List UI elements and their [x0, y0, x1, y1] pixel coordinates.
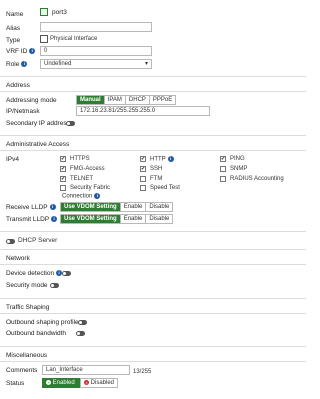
secondary-ip-label: Secondary IP address [6, 120, 70, 127]
status-enabled-button[interactable]: + Enabled [42, 378, 80, 388]
receive-lldp-label: Receive LLDP i [6, 204, 56, 211]
info-icon: i [94, 193, 101, 199]
ftm-label: FTM [150, 176, 163, 182]
http-label: HTTP i [150, 156, 174, 163]
type-label: Type [6, 37, 21, 44]
divider [0, 249, 306, 250]
device-detection-toggle[interactable] [62, 271, 71, 276]
ssh-label: SSH [150, 166, 163, 172]
divider [0, 150, 306, 151]
divider [0, 264, 306, 265]
divider [0, 298, 306, 299]
miscellaneous-title: Miscellaneous [6, 352, 48, 359]
divider [0, 361, 306, 362]
security-mode-toggle[interactable] [50, 283, 59, 288]
mode-manual[interactable]: Manual [77, 96, 105, 104]
status-disabled-button[interactable]: × Disabled [80, 378, 118, 388]
fmg-access-label: FMG-Access [70, 166, 105, 172]
plus-icon: + [46, 379, 51, 385]
transmit-lldp-vdom[interactable]: Use VDOM Setting [61, 215, 121, 223]
vrf-input[interactable]: 0 [40, 46, 152, 56]
http-checkbox[interactable]: ✔ [140, 156, 146, 162]
divider [0, 313, 306, 314]
transmit-lldp-disable[interactable]: Disable [146, 215, 173, 223]
transmit-lldp-enable[interactable]: Enable [120, 215, 147, 223]
addressing-mode-label: Addressing mode [6, 97, 57, 104]
receive-lldp-enable[interactable]: Enable [120, 203, 147, 211]
chevron-down-icon: ▾ [144, 61, 148, 67]
admin-access-title: Administrative Access [6, 141, 70, 148]
role-label: Role i [6, 61, 28, 68]
telnet-checkbox[interactable]: ✔ [60, 176, 66, 182]
mode-dhcp[interactable]: DHCP [125, 96, 150, 104]
receive-lldp-disable[interactable]: Disable [146, 203, 173, 211]
divider [0, 231, 306, 232]
device-detection-label: Device detection i [6, 270, 63, 277]
network-section-title: Network [6, 255, 30, 262]
vrf-label: VRF ID i [6, 48, 36, 55]
divider [0, 91, 306, 92]
divider [0, 346, 306, 347]
secondary-ip-toggle[interactable] [66, 121, 75, 126]
info-icon: i [29, 48, 36, 55]
receive-lldp-vdom[interactable]: Use VDOM Setting [61, 203, 121, 211]
fmg-access-checkbox[interactable]: ✔ [60, 166, 66, 172]
mode-pppoe[interactable]: PPPoE [149, 96, 176, 104]
ping-label: PING [230, 156, 245, 162]
comments-counter: 13/255 [133, 369, 152, 375]
info-icon: i [51, 216, 58, 223]
snmp-checkbox[interactable] [220, 166, 226, 172]
speed-test-label: Speed Test [150, 185, 180, 191]
security-mode-label: Security mode [6, 282, 48, 289]
port-icon [40, 8, 48, 16]
address-section-title: Address [6, 82, 30, 89]
type-value: Physical Interface [50, 36, 98, 42]
ip-netmask-input[interactable]: 172.16.23.81/255.255.255.0 [76, 106, 210, 116]
ssh-checkbox[interactable]: ✔ [140, 166, 146, 172]
name-label: Name [6, 11, 24, 18]
security-fabric-checkbox[interactable] [60, 185, 66, 191]
transmit-lldp-toggle[interactable]: Use VDOM Setting Enable Disable [60, 214, 174, 224]
security-fabric-label: Security Fabric [70, 185, 111, 191]
radius-accounting-label: RADIUS Accounting [230, 176, 284, 182]
speed-test-checkbox[interactable] [140, 185, 146, 191]
role-select[interactable]: Undefined ▾ [40, 59, 152, 69]
info-icon: i [167, 156, 174, 162]
outbound-bandwidth-toggle[interactable] [76, 331, 85, 336]
info-icon: i [21, 61, 28, 68]
name-value: port3 [52, 9, 67, 16]
receive-lldp-toggle[interactable]: Use VDOM Setting Enable Disable [60, 202, 174, 212]
transmit-lldp-label: Transmit LLDP i [6, 216, 58, 223]
alias-label: Alias [6, 25, 21, 32]
divider [0, 135, 306, 136]
outbound-shaping-profile-label: Outbound shaping profile [6, 319, 79, 326]
https-checkbox[interactable]: ✔ [60, 156, 66, 162]
comments-label: Comments [6, 367, 38, 374]
info-icon: i [49, 204, 56, 211]
https-label: HTTPS [70, 156, 90, 162]
interface-type-icon [40, 35, 48, 43]
ipv4-label: IPv4 [6, 156, 20, 163]
mode-ipam[interactable]: IPAM [104, 96, 126, 104]
snmp-label: SNMP [230, 166, 248, 172]
dhcp-server-label: DHCP Server [18, 237, 58, 244]
status-label: Status [6, 380, 25, 387]
dhcp-server-toggle[interactable] [6, 239, 15, 244]
close-icon: × [84, 379, 89, 385]
addressing-mode-toggle[interactable]: Manual IPAM DHCP PPPoE [76, 95, 177, 105]
divider [0, 76, 306, 77]
outbound-shaping-profile-toggle[interactable] [78, 320, 87, 325]
ping-checkbox[interactable]: ✔ [220, 156, 226, 162]
alias-input[interactable] [40, 22, 152, 32]
outbound-bandwidth-label: Outbound bandwidth [6, 330, 66, 337]
radius-accounting-checkbox[interactable] [220, 176, 226, 182]
traffic-shaping-title: Traffic Shaping [6, 304, 50, 311]
security-fabric-label-line2: Connection i [62, 193, 101, 200]
telnet-label: TELNET [70, 176, 94, 182]
ftm-checkbox[interactable] [140, 176, 146, 182]
ip-netmask-label: IP/Netmask [6, 108, 40, 115]
comments-textarea[interactable]: Lan_Interface [42, 365, 130, 375]
